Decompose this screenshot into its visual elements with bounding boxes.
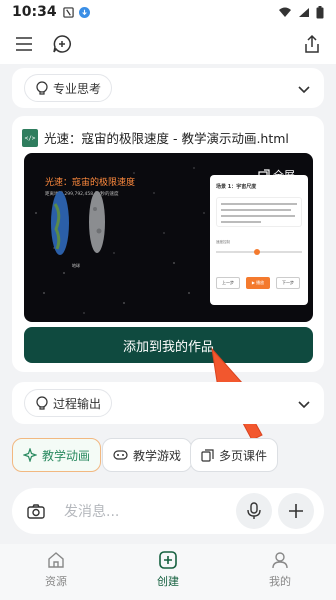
notification-icon: [62, 6, 74, 18]
gamepad-icon: [113, 450, 128, 460]
file-title[interactable]: 光速：寇宙的极限速度 - 教学演示动画.html: [44, 128, 289, 147]
slider-thumb[interactable]: [254, 249, 260, 255]
chevron-down-icon[interactable]: [296, 396, 312, 412]
microphone-icon: [247, 502, 261, 519]
thinking-card: 专业思考: [12, 68, 324, 108]
chip-label: 教学游戏: [133, 448, 182, 463]
chevron-down-icon[interactable]: [296, 81, 312, 97]
status-bar: 10:34: [0, 0, 336, 24]
tab-label: 我的: [269, 575, 291, 588]
user-icon: [272, 552, 288, 569]
brain-icon: [36, 81, 48, 95]
status-time: 10:34: [12, 4, 57, 20]
message-input[interactable]: 发消息...: [64, 501, 119, 521]
battery-icon: [316, 5, 324, 18]
tab-mine[interactable]: 我的: [250, 550, 310, 589]
moon-icon: [89, 191, 105, 253]
chip-label: 教学动画: [42, 448, 91, 463]
tab-create[interactable]: 创建: [138, 550, 198, 589]
signal-icon: [299, 7, 309, 17]
chip-teaching-animation[interactable]: 教学动画: [12, 438, 102, 472]
animation-preview[interactable]: 光速：寇宙的极限速度 距离地球 299,792,458 米/秒的速度 地球 全屏…: [24, 153, 313, 322]
html-file-icon: </>: [22, 129, 38, 147]
composer: 发消息...: [12, 488, 324, 534]
thinking-pill[interactable]: 专业思考: [24, 74, 113, 102]
thinking-label: 专业思考: [53, 81, 102, 96]
process-card: 过程输出: [12, 382, 324, 424]
earth-label: 地球: [72, 263, 80, 268]
tab-label: 创建: [157, 575, 179, 588]
process-label: 过程输出: [53, 396, 102, 411]
tab-label: 资源: [45, 575, 67, 588]
download-icon: [78, 6, 90, 18]
new-chat-icon[interactable]: [50, 32, 74, 56]
play-button[interactable]: ▶ 播放: [246, 277, 270, 289]
sparkle-icon: [23, 448, 37, 462]
chip-multipage-courseware[interactable]: 多页课件: [190, 438, 279, 472]
camera-icon: [27, 503, 45, 519]
tab-resources[interactable]: 资源: [26, 550, 86, 589]
bottom-tab-bar: 资源 创建 我的: [0, 544, 336, 600]
speed-slider[interactable]: [216, 249, 302, 255]
scene-title: 场景 1：宇宙尺度: [216, 184, 257, 190]
voice-button[interactable]: [236, 493, 272, 529]
home-icon: [48, 552, 64, 568]
plus-icon: [289, 504, 303, 518]
top-bar: [0, 24, 336, 64]
pages-icon: [201, 448, 214, 462]
share-icon[interactable]: [300, 32, 324, 56]
earth-icon: [51, 191, 69, 255]
process-pill[interactable]: 过程输出: [24, 389, 113, 417]
speed-label: 速度控制: [216, 240, 230, 244]
scene-panel: 场景 1：宇宙尺度 速度控制 上一步 ▶ 播放 下一步: [210, 175, 308, 305]
chip-label: 多页课件: [219, 448, 268, 463]
chip-teaching-game[interactable]: 教学游戏: [102, 438, 193, 472]
menu-icon[interactable]: [12, 32, 36, 56]
brain-icon: [36, 396, 48, 410]
add-to-works-button[interactable]: 添加到我的作品: [24, 327, 313, 363]
scene-text-box: [216, 197, 302, 227]
create-icon: [159, 551, 177, 569]
wifi-icon: [279, 7, 291, 17]
camera-button[interactable]: [18, 493, 54, 529]
plus-button[interactable]: [278, 493, 314, 529]
preview-title: 光速：寇宙的极限速度: [45, 178, 136, 188]
next-button[interactable]: 下一步: [276, 277, 300, 289]
prev-button[interactable]: 上一步: [216, 277, 240, 289]
